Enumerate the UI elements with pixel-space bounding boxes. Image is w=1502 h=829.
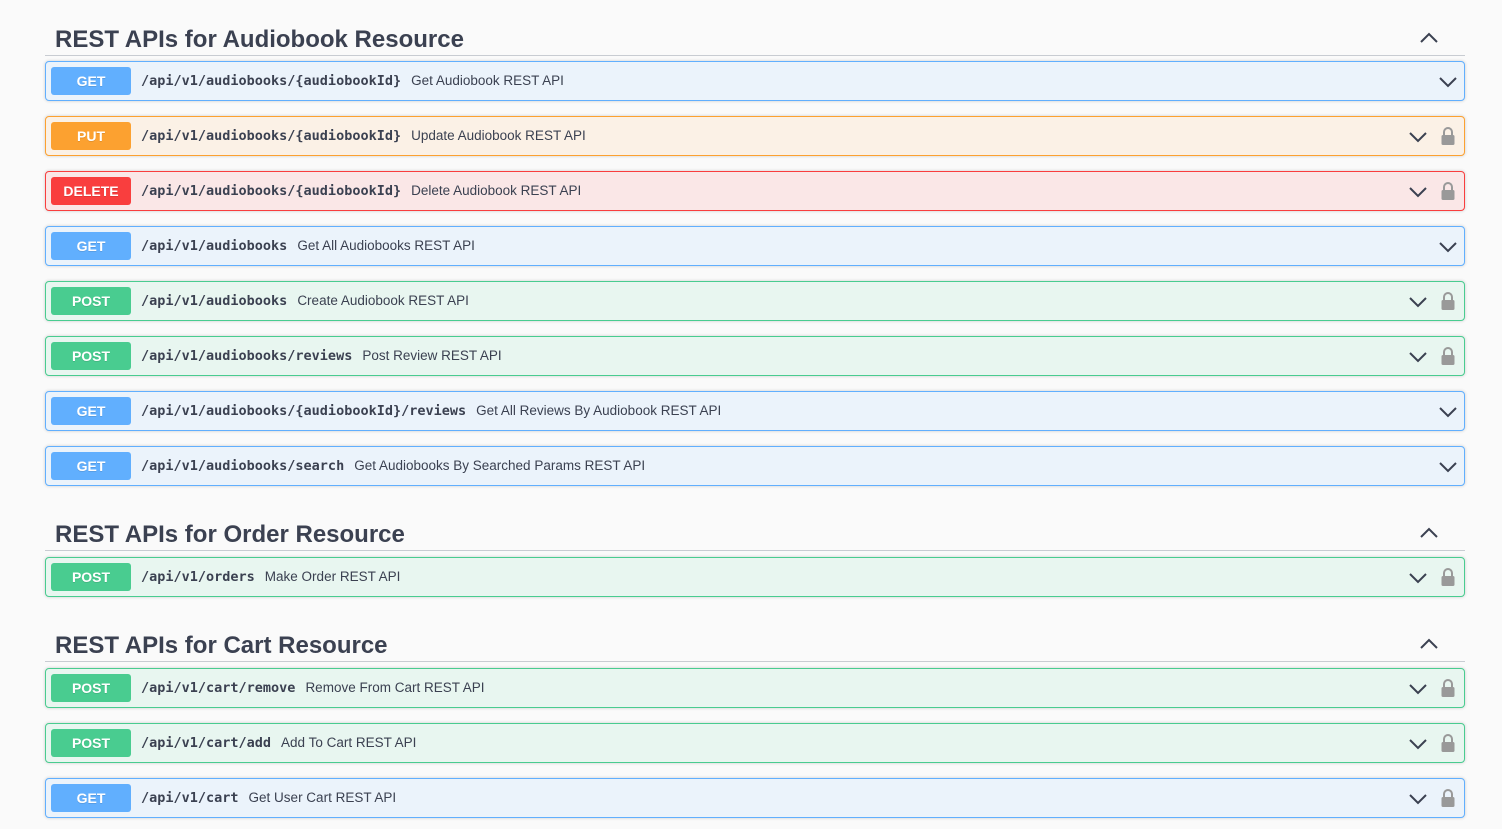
chevron-down-icon[interactable] <box>1408 789 1428 809</box>
operation-path: /api/v1/cart/add <box>141 735 272 751</box>
operation-post-cart-add[interactable]: POST /api/v1/cart/add Add To Cart REST AP… <box>45 723 1465 763</box>
method-badge: POST <box>51 674 131 702</box>
operation-summary: Delete Audiobook REST API <box>411 183 582 198</box>
method-badge: POST <box>51 287 131 315</box>
method-badge: GET <box>51 397 131 425</box>
section-header-order[interactable]: REST APIs for Order Resource <box>45 505 1465 551</box>
lock-icon[interactable] <box>1440 733 1456 753</box>
chevron-up-icon[interactable] <box>1413 630 1445 658</box>
operation-get-cart[interactable]: GET /api/v1/cart Get User Cart REST API <box>45 778 1465 818</box>
operation-path: /api/v1/audiobooks/{audiobookId} <box>141 183 402 199</box>
operation-summary: Create Audiobook REST API <box>297 293 469 308</box>
operation-path: /api/v1/cart <box>141 790 239 806</box>
operation-get-all-audiobooks[interactable]: GET /api/v1/audiobooks Get All Audiobooks… <box>45 226 1465 266</box>
method-badge: GET <box>51 452 131 480</box>
operation-summary: Get All Audiobooks REST API <box>297 238 475 253</box>
lock-icon[interactable] <box>1440 346 1456 366</box>
section-title: REST APIs for Cart Resource <box>55 632 388 659</box>
operation-path: /api/v1/audiobooks/{audiobookId} <box>141 128 402 144</box>
operation-summary: Get All Reviews By Audiobook REST API <box>476 403 722 418</box>
lock-icon[interactable] <box>1440 788 1456 808</box>
chevron-up-icon[interactable] <box>1413 519 1445 547</box>
lock-icon[interactable] <box>1440 126 1456 146</box>
section-header-cart[interactable]: REST APIs for Cart Resource <box>45 616 1465 662</box>
lock-icon[interactable] <box>1440 291 1456 311</box>
chevron-down-icon[interactable] <box>1408 347 1428 367</box>
operation-path: /api/v1/audiobooks <box>141 293 288 309</box>
swagger-operations-list: REST APIs for Audiobook Resource GET /ap… <box>0 0 1502 829</box>
operation-get-audiobook[interactable]: GET /api/v1/audiobooks/{audiobookId} Get … <box>45 61 1465 101</box>
method-badge: GET <box>51 232 131 260</box>
chevron-down-icon[interactable] <box>1438 402 1458 422</box>
method-badge: POST <box>51 563 131 591</box>
operation-post-review[interactable]: POST /api/v1/audiobooks/reviews Post Revi… <box>45 336 1465 376</box>
operation-path: /api/v1/audiobooks/search <box>141 458 345 474</box>
method-badge: PUT <box>51 122 131 150</box>
method-badge: POST <box>51 342 131 370</box>
chevron-down-icon[interactable] <box>1438 72 1458 92</box>
lock-icon[interactable] <box>1440 181 1456 201</box>
operation-post-audiobook[interactable]: POST /api/v1/audiobooks Create Audiobook … <box>45 281 1465 321</box>
chevron-up-icon[interactable] <box>1413 24 1445 52</box>
operation-path: /api/v1/audiobooks <box>141 238 288 254</box>
operation-summary: Update Audiobook REST API <box>411 128 586 143</box>
chevron-down-icon[interactable] <box>1438 457 1458 477</box>
operation-delete-audiobook[interactable]: DELETE /api/v1/audiobooks/{audiobookId} D… <box>45 171 1465 211</box>
operation-post-order[interactable]: POST /api/v1/orders Make Order REST API <box>45 557 1465 597</box>
operation-summary: Make Order REST API <box>264 569 401 584</box>
section-title: REST APIs for Order Resource <box>55 521 405 548</box>
operation-summary: Get User Cart REST API <box>248 790 397 805</box>
chevron-down-icon[interactable] <box>1408 734 1428 754</box>
chevron-down-icon[interactable] <box>1438 237 1458 257</box>
operation-summary: Add To Cart REST API <box>281 735 417 750</box>
lock-icon[interactable] <box>1440 567 1456 587</box>
section-header-audiobook[interactable]: REST APIs for Audiobook Resource <box>45 10 1465 56</box>
chevron-down-icon[interactable] <box>1408 127 1428 147</box>
operation-path: /api/v1/cart/remove <box>141 680 296 696</box>
operation-summary: Remove From Cart REST API <box>305 680 485 695</box>
operation-path: /api/v1/audiobooks/reviews <box>141 348 353 364</box>
chevron-down-icon[interactable] <box>1408 292 1428 312</box>
operation-put-audiobook[interactable]: PUT /api/v1/audiobooks/{audiobookId} Upda… <box>45 116 1465 156</box>
chevron-down-icon[interactable] <box>1408 679 1428 699</box>
operation-summary: Get Audiobook REST API <box>411 73 564 88</box>
operation-path: /api/v1/orders <box>141 569 255 585</box>
operation-get-search[interactable]: GET /api/v1/audiobooks/search Get Audiobo… <box>45 446 1465 486</box>
operation-path: /api/v1/audiobooks/{audiobookId} <box>141 73 402 89</box>
operation-summary: Post Review REST API <box>362 348 502 363</box>
operation-get-reviews[interactable]: GET /api/v1/audiobooks/{audiobookId}/rev… <box>45 391 1465 431</box>
method-badge: DELETE <box>51 177 131 205</box>
method-badge: GET <box>51 784 131 812</box>
lock-icon[interactable] <box>1440 678 1456 698</box>
method-badge: POST <box>51 729 131 757</box>
section-title: REST APIs for Audiobook Resource <box>55 26 464 53</box>
chevron-down-icon[interactable] <box>1408 568 1428 588</box>
operation-path: /api/v1/audiobooks/{audiobookId}/reviews <box>141 403 467 419</box>
operation-post-cart-remove[interactable]: POST /api/v1/cart/remove Remove From Cart… <box>45 668 1465 708</box>
operation-summary: Get Audiobooks By Searched Params REST A… <box>354 458 646 473</box>
method-badge: GET <box>51 67 131 95</box>
chevron-down-icon[interactable] <box>1408 182 1428 202</box>
